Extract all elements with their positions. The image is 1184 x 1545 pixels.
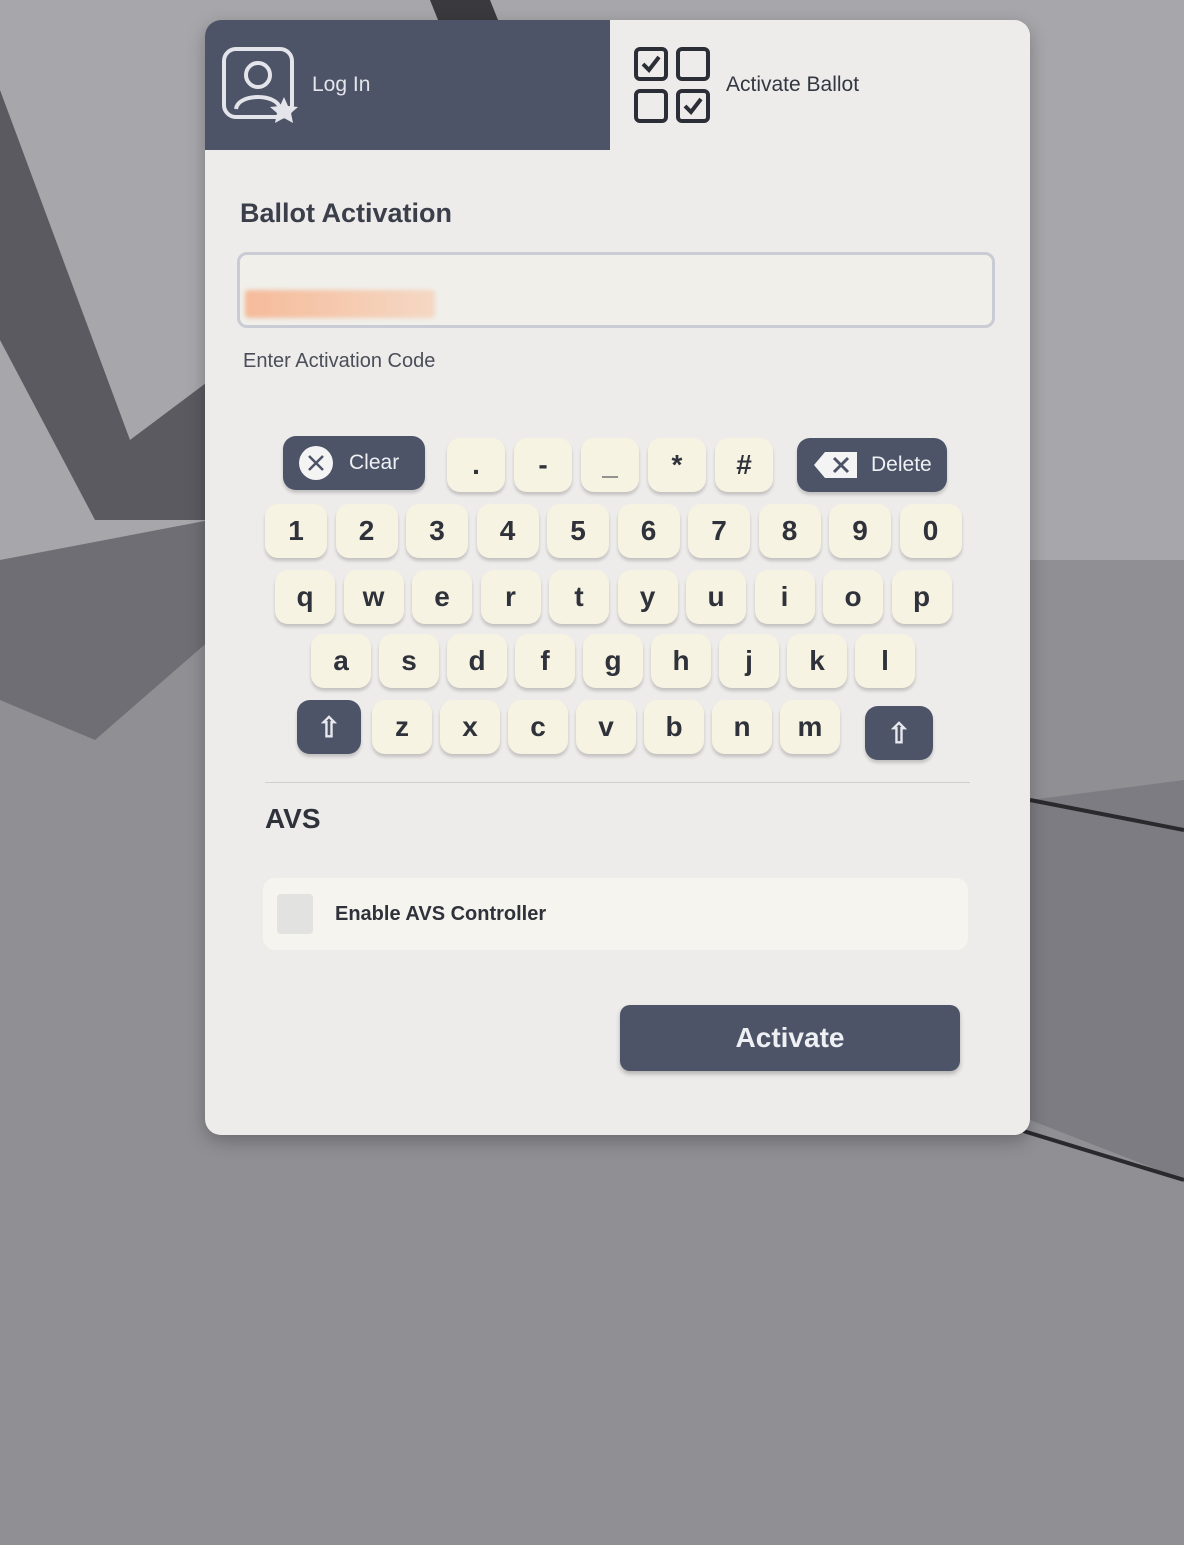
key-letter[interactable]: w [343, 570, 404, 624]
clear-label: Clear [349, 451, 400, 474]
key-letter[interactable]: t [549, 570, 609, 624]
key-letter[interactable]: i [754, 570, 815, 624]
key-letter[interactable]: v [576, 700, 636, 754]
key-symbol[interactable]: * [648, 438, 706, 492]
key-letter[interactable]: c [508, 700, 568, 754]
key-letter[interactable]: g [583, 634, 643, 688]
key-letter[interactable]: n [712, 700, 772, 754]
key-digit[interactable]: 5 [547, 504, 609, 558]
key-letter[interactable]: u [686, 570, 746, 624]
avs-title: AVS [265, 803, 321, 834]
tab-login[interactable]: Log In [205, 20, 610, 150]
clear-button[interactable]: Clear [283, 436, 425, 490]
key-letter[interactable]: h [651, 634, 711, 688]
key-digit[interactable]: 6 [617, 504, 680, 558]
key-letter[interactable]: k [787, 634, 847, 688]
shift-right-key[interactable]: ⇧ [865, 706, 933, 760]
delete-label: Delete [871, 453, 932, 476]
key-letter[interactable]: y [617, 570, 678, 624]
tab-bar: Log In Activate Ballot [205, 20, 1030, 150]
key-letter[interactable]: a [311, 634, 371, 688]
section-divider [265, 782, 970, 783]
tab-activate-ballot[interactable]: Activate Ballot [610, 20, 1030, 150]
key-letter[interactable]: m [780, 700, 840, 754]
key-symbol[interactable]: _ [581, 438, 639, 492]
redacted-code-overlay [245, 290, 435, 318]
key-digit[interactable]: 0 [899, 504, 962, 558]
avs-controller-option[interactable]: Enable AVS Controller [263, 878, 968, 950]
key-letter[interactable]: j [719, 634, 779, 688]
activation-code-hint: Enter Activation Code [243, 350, 436, 372]
key-letter[interactable]: s [379, 634, 439, 688]
ballot-activation-title: Ballot Activation [240, 198, 453, 228]
tab-login-label: Log In [312, 73, 371, 96]
key-letter[interactable]: p [891, 570, 952, 624]
key-letter[interactable]: f [515, 634, 575, 688]
delete-button[interactable]: Delete [797, 438, 947, 492]
avs-controller-checkbox[interactable] [277, 894, 313, 934]
key-digit[interactable]: 8 [758, 504, 821, 558]
key-digit[interactable]: 2 [335, 504, 398, 558]
shift-left-key[interactable]: ⇧ [297, 700, 361, 754]
key-digit[interactable]: 9 [829, 504, 891, 558]
key-symbol[interactable]: . [447, 438, 505, 492]
key-letter[interactable]: x [440, 700, 500, 754]
key-digit[interactable]: 7 [688, 504, 750, 558]
activate-button[interactable]: Activate [620, 1005, 960, 1071]
user-star-icon [222, 47, 298, 123]
key-letter[interactable]: r [480, 570, 541, 624]
key-letter[interactable]: d [447, 634, 507, 688]
key-digit[interactable]: 1 [265, 504, 327, 558]
key-symbol[interactable]: # [715, 438, 773, 492]
key-letter[interactable]: o [823, 570, 883, 624]
key-symbol[interactable]: - [514, 438, 572, 492]
ballot-panel: Log In Activate Ballot Ballot Activation… [205, 20, 1030, 1135]
key-letter[interactable]: z [372, 700, 432, 754]
key-digit[interactable]: 4 [476, 504, 539, 558]
key-letter[interactable]: e [412, 570, 472, 624]
key-letter[interactable]: l [855, 634, 915, 688]
backspace-icon [814, 452, 857, 478]
key-letter[interactable]: b [644, 700, 704, 754]
clear-x-icon [299, 446, 333, 480]
key-letter[interactable]: q [275, 570, 335, 624]
key-digit[interactable]: 3 [406, 504, 468, 558]
checkbox-grid-icon [634, 47, 710, 123]
avs-controller-label: Enable AVS Controller [335, 902, 547, 925]
tab-activate-label: Activate Ballot [726, 73, 860, 96]
